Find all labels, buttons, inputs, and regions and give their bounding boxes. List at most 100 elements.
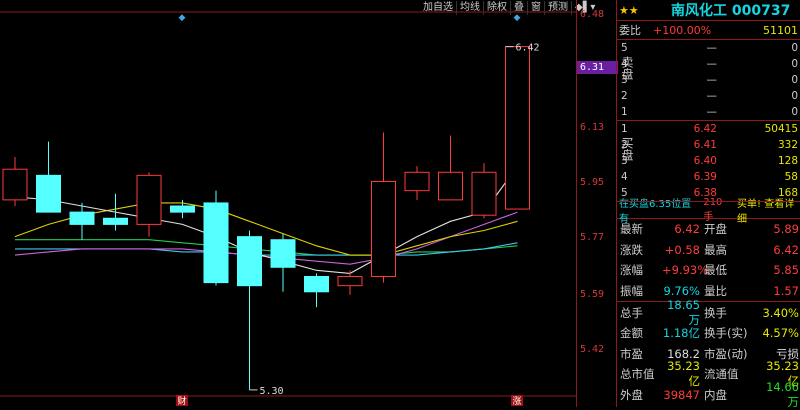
stat-label: 最低 (704, 263, 727, 278)
stat-value: 18.65万 (667, 297, 700, 327)
stat-row: 总手 18.65万 换手 3.40% (617, 298, 800, 327)
stat-label: 换手(实) (704, 326, 748, 341)
stat-row: 金额 1.18亿 换手(实) 4.57% (617, 323, 800, 344)
current-price-marker: 6.31 (577, 61, 618, 74)
level-volume: 168 (777, 187, 798, 199)
stat-label: 最高 (704, 242, 727, 257)
stat-row: 外盘 39847 内盘 14.66万 (617, 380, 800, 409)
candle-body (170, 205, 195, 213)
ma-line-yellow (14, 202, 518, 256)
buy-level-row[interactable]: 1 6.42 50415 (617, 121, 800, 137)
add-watchlist-button[interactable]: 加自选 (420, 1, 456, 15)
stock-name: 南风化工 000737 (671, 3, 791, 19)
stat-label: 流通值 (704, 367, 739, 382)
stat-value: 1.18亿 (662, 326, 700, 341)
sell-book-label: 卖盘 (620, 56, 634, 80)
level-volume: 0 (791, 58, 798, 70)
candle-body (136, 174, 162, 225)
level-price: 6.38 (693, 187, 717, 199)
candle-body (404, 171, 430, 192)
weibi-label: 委比 (619, 24, 641, 37)
candle-body (337, 275, 363, 287)
stat-label: 市盈(动) (704, 346, 748, 361)
candle-body (36, 174, 61, 213)
forecast-button[interactable]: 预测 (544, 1, 571, 15)
buy-level-row[interactable]: 2 6.41 332 (617, 137, 800, 153)
stat-label: 振幅 (620, 284, 643, 299)
sell-level-row[interactable]: 1 — 0 (617, 104, 800, 120)
candle-body (237, 236, 262, 287)
candle-body (203, 202, 229, 284)
level-price: — (706, 106, 718, 118)
stat-label: 换手 (704, 305, 727, 320)
stat-label: 金额 (620, 326, 643, 341)
stat-row: 最新 6.42 开盘 5.89 (617, 219, 800, 240)
price-axis: 6.48 6.31 6.13 5.95 5.77 5.59 5.42 (576, 0, 618, 407)
low-price-label: 5.30 (260, 386, 284, 397)
sell-book: 卖盘 5—0 4—0 3—0 2—0 1—0 (617, 40, 800, 121)
order-alert[interactable]: 在买盘6.35位置有 210手 买单! 查看详细 (617, 197, 800, 225)
candle-body (103, 217, 128, 225)
event-marker-limit-up: 涨 (512, 396, 521, 407)
level-price: — (706, 42, 718, 54)
level-volume: 0 (791, 42, 798, 54)
axis-tick: 5.42 (580, 344, 605, 355)
moving-average-button[interactable]: 均线 (456, 1, 483, 15)
stat-row: 涨幅 +9.93% 最低 5.85 (617, 260, 800, 281)
stat-value: 6.42 (773, 242, 799, 257)
sell-level-row[interactable]: 5 — 0 (617, 40, 800, 56)
buy-level-row[interactable]: 4 6.39 58 (617, 169, 800, 185)
stat-label: 外盘 (620, 388, 643, 403)
stat-value: 35.23亿 (667, 359, 700, 389)
level-price: 6.42 (693, 123, 717, 135)
axis-tick: 5.95 (580, 177, 605, 188)
buy-book: 买盘 1 6.42 50415 2 6.41 332 3 6.40 128 4 6.39 58 5 6.3… (617, 121, 800, 202)
weibi-row: 委比 +100.00% 51101 (617, 21, 800, 40)
stat-value: 4.57% (762, 326, 799, 341)
event-marker-financial: 财 (177, 395, 186, 407)
overlay-button[interactable]: 叠 (510, 1, 527, 15)
sell-level-row[interactable]: 4—0 (617, 56, 800, 72)
quote-panel: ★★ 南风化工 000737 委比 +100.00% 51101 卖盘 5 — 0 4… (616, 0, 800, 409)
stat-value: 6.42 (674, 222, 700, 237)
candle-body (69, 211, 95, 225)
high-price-label: 6.42 (516, 43, 540, 54)
stat-value: 14.66万 (766, 380, 799, 410)
candlestick-chart[interactable]: ◆ ◆6.425.30财涨 (0, 0, 576, 407)
level-number: 5 (621, 42, 628, 54)
sell-level-row[interactable]: 3—0 (617, 72, 800, 88)
weibi-percent: +100.00% (653, 23, 712, 37)
stat-label: 涨幅 (620, 263, 643, 278)
buy-level-row[interactable]: 3 6.40 128 (617, 153, 800, 169)
stat-row: 振幅 9.76% 量比 1.57 (617, 281, 800, 303)
axis-tick: 6.48 (580, 9, 605, 20)
stats-table: 最新 6.42 开盘 5.89 涨跌 +0.58 最高 6.42 涨幅 +9.93% 最低 5.85 振… (617, 219, 800, 409)
level-volume: 0 (791, 74, 798, 86)
stat-value: 39847 (663, 388, 700, 403)
level-price: 6.41 (693, 139, 717, 151)
sell-level-row[interactable]: 2 — 0 (617, 88, 800, 104)
level-volume: 0 (791, 90, 798, 102)
level-price: 6.39 (693, 171, 717, 183)
buy-book-label: 买盘 (620, 137, 634, 161)
stat-value: 5.85 (773, 263, 799, 278)
candle-body (270, 239, 296, 268)
stat-value: +0.58 (664, 242, 700, 257)
stat-row: 涨跌 +0.58 最高 6.42 (617, 240, 800, 261)
stat-label: 内盘 (704, 388, 727, 403)
level-volume: 128 (777, 155, 798, 167)
buy-level-row[interactable]: 5 6.38 168 (617, 185, 800, 201)
stock-header: ★★ 南风化工 000737 (617, 0, 800, 21)
favorite-star-icon[interactable]: ★★ (619, 4, 643, 17)
level-volume: 58 (784, 171, 798, 183)
axis-tick: 5.77 (580, 232, 605, 243)
stat-label: 市盈 (620, 346, 643, 361)
ex-rights-button[interactable]: 除权 (483, 1, 510, 15)
stat-label: 涨跌 (620, 242, 643, 257)
level-number: 5 (621, 187, 628, 199)
window-button[interactable]: 窗 (527, 1, 544, 15)
stat-label: 总市值 (620, 367, 655, 382)
level-volume: 50415 (764, 123, 798, 135)
stat-label: 开盘 (704, 222, 727, 237)
candle-body (371, 180, 396, 277)
